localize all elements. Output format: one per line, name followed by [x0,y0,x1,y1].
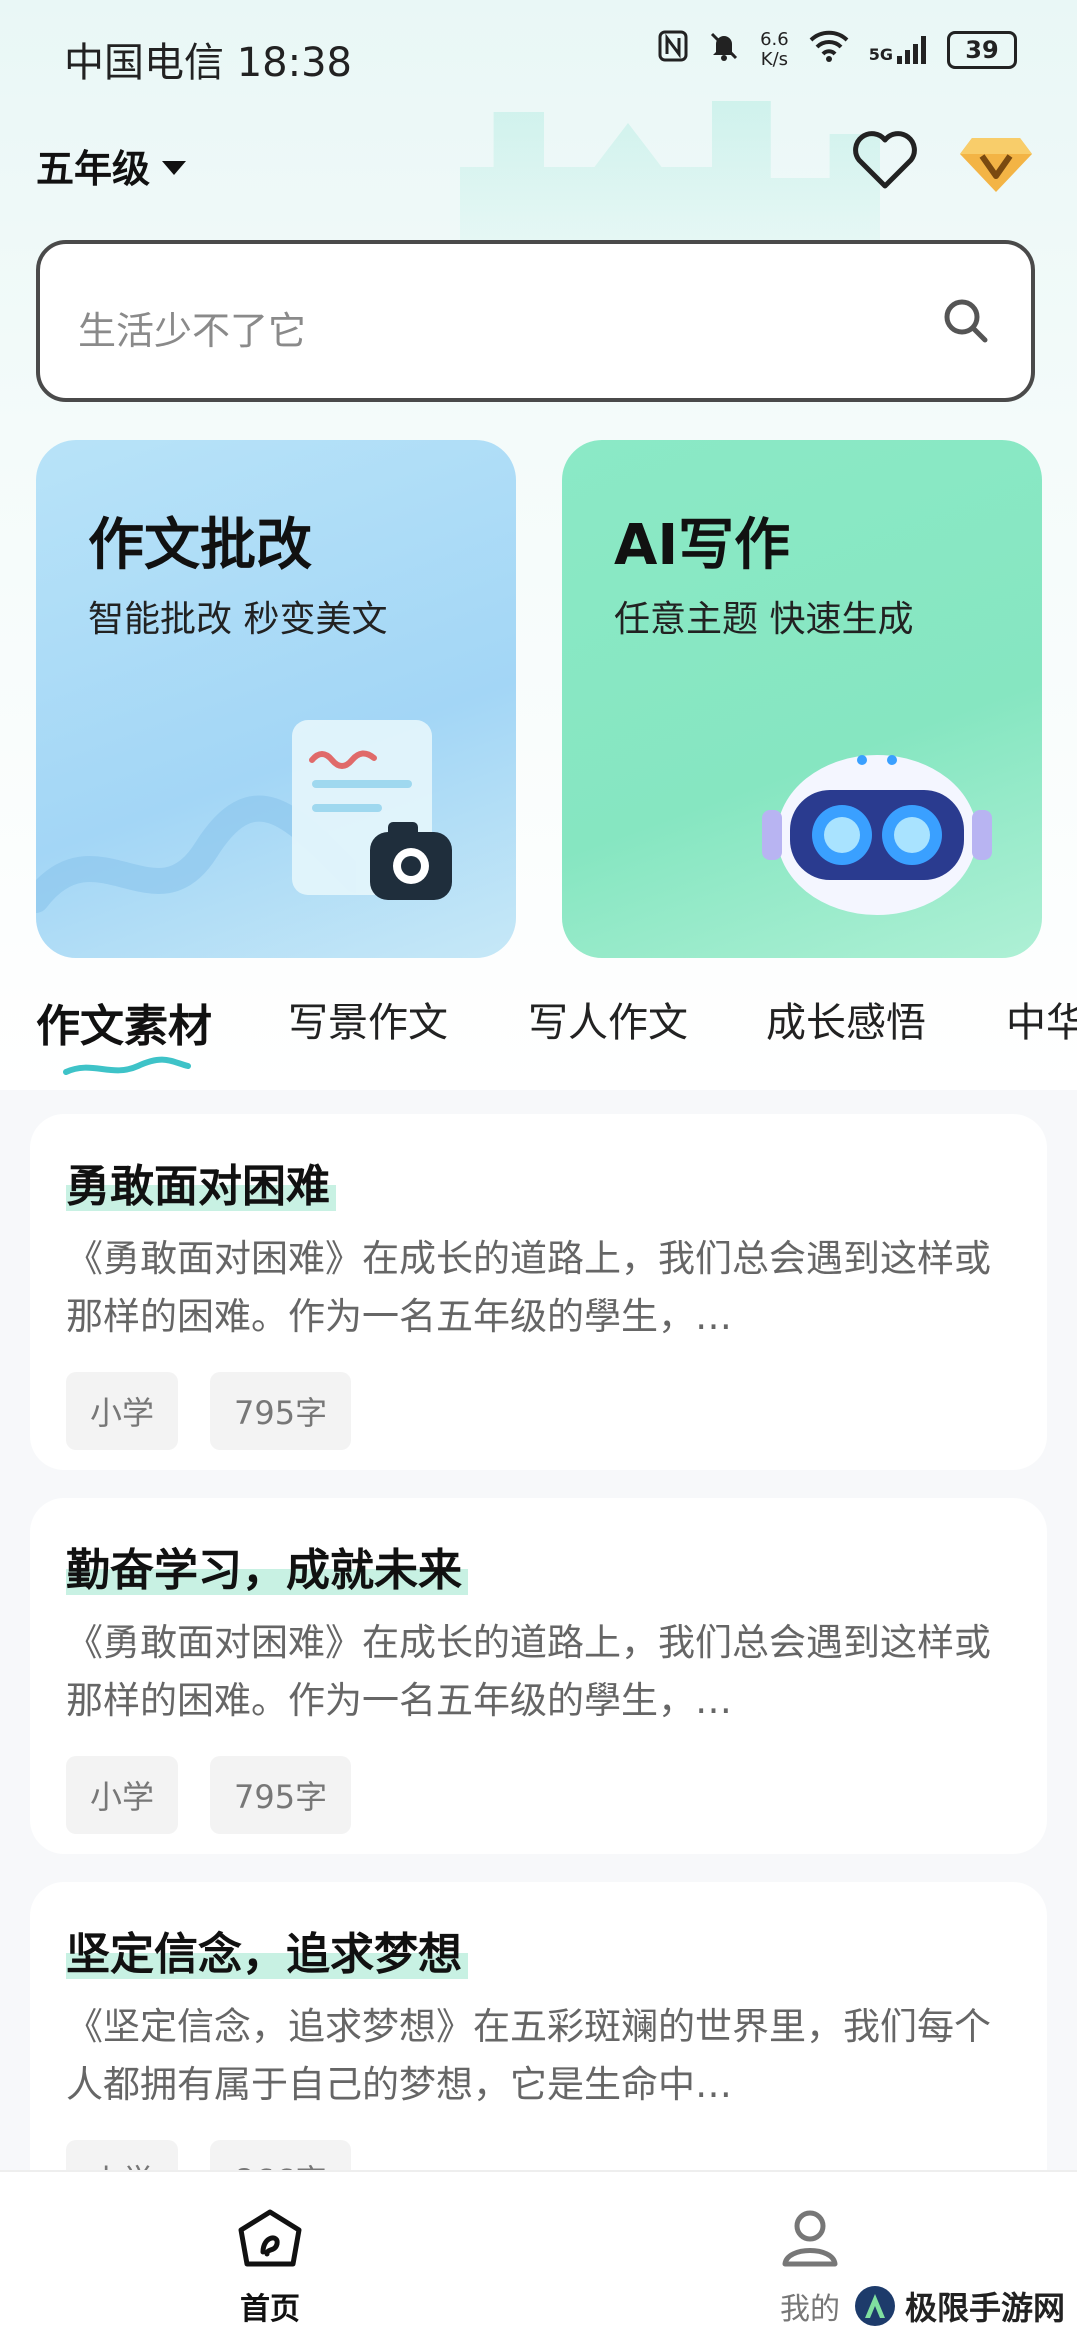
search-input[interactable]: 生活少不了它 [78,300,306,355]
category-tabs: 作文素材 写景作文 写人作文 成长感悟 中华 [0,990,1077,1080]
nfc-icon [658,30,688,70]
article-title: 勤奋学习，成就未来 [66,1534,468,1598]
level-tag: 小学 [66,1756,179,1834]
word-count-tag: 795字 [210,1372,352,1450]
essay-correction-card[interactable]: 作文批改 智能批改 秒变美文 [36,440,516,958]
tab-essay-materials[interactable]: 作文素材 [36,990,212,1054]
tab-scenery-essays[interactable]: 写景作文 [288,990,448,1048]
nav-home-label: 首页 [240,2292,300,2327]
ai-writing-card[interactable]: AI写作 任意主题 快速生成 [562,440,1042,958]
watermark-logo-icon [854,2286,895,2326]
grade-selector[interactable]: 五年级 [36,138,187,193]
robot-icon [762,755,992,915]
wifi-icon [809,30,849,70]
battery-indicator: 39 [947,31,1017,69]
caret-down-icon [162,160,187,175]
signal-icon: 5G [869,36,927,64]
tab-growth-reflections[interactable]: 成长感悟 [766,990,926,1048]
article-card[interactable]: 勇敢面对困难 《勇敢面对困难》在成长的道路上，我们总会遇到这样或那样的困难。作为… [30,1114,1047,1470]
document-camera-icon [292,720,452,900]
article-summary: 《坚定信念，追求梦想》在五彩斑斓的世界里，我们每个人都拥有属于自己的梦想，它是生… [66,2005,991,2106]
word-count-tag: 795字 [210,1756,352,1834]
status-bar: 中国电信 18:38 6.6 K/s 5G 39 [0,0,1077,110]
net-speed: 6.6 K/s [760,29,789,70]
level-tag: 小学 [66,1372,179,1450]
search-box[interactable]: 生活少不了它 [36,240,1035,402]
article-card[interactable]: 勤奋学习，成就未来 《勇敢面对困难》在成长的道路上，我们总会遇到这样或那样的困难… [30,1498,1047,1854]
article-title: 坚定信念，追求梦想 [66,1918,468,1982]
user-profile-icon [782,2210,838,2267]
mute-bell-icon [708,30,740,70]
article-summary: 《勇敢面对困难》在成长的道路上，我们总会遇到这样或那样的困难。作为一名五年级的學… [66,1237,991,1338]
carrier-time: 中国电信 18:38 [64,40,352,86]
card-title: 作文批改 [88,513,312,578]
site-watermark: 极限手游网 [853,2283,1065,2329]
card-subtitle: 任意主题 快速生成 [614,599,914,640]
article-tags: 小学 795字 [66,1372,352,1450]
tab-chinese-culture[interactable]: 中华 [1006,990,1077,1048]
card-subtitle: 智能批改 秒变美文 [88,599,388,640]
vip-diamond-icon[interactable] [958,132,1034,196]
bottom-navigation: 首页 我的 极限手游网 [0,2170,1077,2339]
status-icons: 6.6 K/s 5G 39 [658,30,1017,70]
article-summary: 《勇敢面对困难》在成长的道路上，我们总会遇到这样或那样的困难。作为一名五年级的學… [66,1621,991,1722]
tab-people-essays[interactable]: 写人作文 [528,990,688,1048]
app-header: 五年级 [0,120,1077,200]
article-tags: 小学 795字 [66,1756,352,1834]
search-icon[interactable] [941,296,991,346]
active-tab-indicator [63,1056,191,1075]
nav-home[interactable]: 首页 [190,2208,350,2328]
favorite-heart-icon[interactable] [850,128,920,192]
grade-label: 五年级 [36,147,151,191]
article-title: 勇敢面对困难 [66,1150,336,1214]
watermark-text: 极限手游网 [904,2289,1065,2327]
card-title: AI写作 [614,513,791,578]
home-icon [238,2209,302,2267]
